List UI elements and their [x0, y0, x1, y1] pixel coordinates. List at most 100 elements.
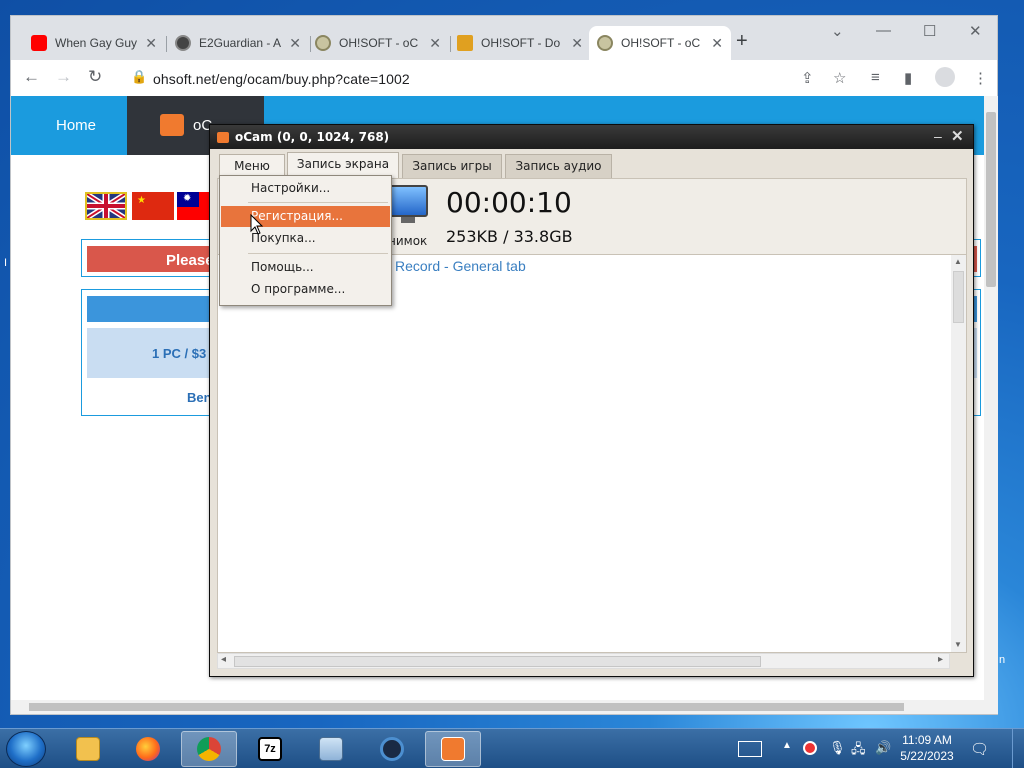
- address-bar[interactable]: 🔒 ohsoft.net/eng/ocam/buy.php?cate=1002: [123, 63, 873, 93]
- 7zip-icon: 7z: [258, 737, 282, 761]
- taskbar-ocam[interactable]: [425, 731, 481, 767]
- ocam-vertical-scrollbar[interactable]: ▲ ▼: [951, 255, 966, 652]
- reading-list-icon[interactable]: ≡: [871, 69, 880, 86]
- desktop-edge-text-right: n: [999, 654, 1006, 666]
- general-tab-link[interactable]: Record - General tab: [395, 258, 526, 274]
- back-icon[interactable]: ←: [23, 67, 40, 87]
- ocam-horizontal-scrollbar[interactable]: ◂ ▸: [217, 653, 950, 669]
- page-vertical-scrollbar[interactable]: [984, 96, 998, 714]
- scroll-right-icon[interactable]: ▸: [938, 654, 943, 665]
- tab-strip: When Gay Guy ✕ E2Guardian - A ✕ OH!SOFT …: [11, 16, 999, 60]
- ocam-content-view: Record - General tab ▲ ▼: [217, 254, 967, 653]
- menu-item-register[interactable]: Регистрация...: [221, 206, 390, 227]
- taskbar-recorder[interactable]: [364, 731, 420, 767]
- ocam-minimize-icon[interactable]: –: [934, 128, 942, 144]
- bookmark-star-icon[interactable]: ☆: [833, 69, 846, 87]
- reload-icon[interactable]: ↻: [88, 67, 102, 87]
- ocam-icon: [441, 737, 465, 761]
- taskbar-firefox[interactable]: [120, 731, 176, 767]
- ohsoft-icon: [315, 35, 331, 51]
- folder-icon: [76, 737, 100, 761]
- menu-item-help[interactable]: Помощь...: [221, 257, 390, 278]
- ohsoft-icon: [597, 35, 613, 51]
- youtube-icon: [31, 35, 47, 51]
- network-icon[interactable]: 🖧: [851, 740, 866, 762]
- ocam-titlebar[interactable]: oCam (0, 0, 1024, 768) – ✕: [210, 125, 973, 149]
- maximize-icon[interactable]: ☐: [923, 22, 936, 40]
- ocam-main-menu: Настройки... Регистрация... Покупка... П…: [219, 175, 392, 306]
- nav-home-link[interactable]: Home: [56, 117, 96, 134]
- taskbar: 7z ▲ 🎙 🖧 🔊 11:09 AM 5/22/2023 🗨: [0, 728, 1024, 768]
- task-manager-icon: [319, 737, 343, 761]
- close-tab-icon[interactable]: ✕: [289, 35, 301, 52]
- desktop-edge-text-left: I: [4, 257, 8, 269]
- tab-e2guardian[interactable]: E2Guardian - A ✕: [167, 26, 309, 60]
- clock-time: 11:09 AM: [902, 733, 952, 747]
- taskbar-explorer[interactable]: [60, 731, 116, 767]
- tab-youtube[interactable]: When Gay Guy ✕: [23, 26, 165, 60]
- close-tab-icon[interactable]: ✕: [571, 35, 583, 52]
- show-desktop-button[interactable]: [1012, 729, 1024, 768]
- taskbar-task-manager[interactable]: [303, 731, 359, 767]
- monitor-icon[interactable]: [388, 185, 428, 217]
- price-text: 1 PC / $3: [152, 346, 207, 361]
- close-tab-icon[interactable]: ✕: [711, 35, 723, 52]
- notice-text: Please: [166, 252, 214, 269]
- benefit-text: Ben: [187, 390, 212, 405]
- tab-title: OH!SOFT - Do: [481, 36, 561, 50]
- tab-search-icon[interactable]: ⌄: [831, 22, 844, 40]
- scroll-left-icon[interactable]: ◂: [221, 654, 226, 665]
- language-bar-icon[interactable]: [738, 741, 762, 757]
- ocam-title: oCam (0, 0, 1024, 768): [235, 130, 390, 144]
- ocam-close-icon[interactable]: ✕: [951, 127, 964, 145]
- scroll-up-icon[interactable]: ▲: [954, 257, 962, 266]
- show-hidden-icons[interactable]: ▲: [782, 740, 792, 751]
- tab-title: When Gay Guy: [55, 36, 138, 50]
- file-size-info: 253KB / 33.8GB: [446, 227, 573, 246]
- recorder-icon: [380, 737, 404, 761]
- tab-game-record[interactable]: Запись игры: [402, 154, 502, 178]
- menu-item-settings[interactable]: Настройки...: [221, 178, 390, 199]
- flag-uk-icon[interactable]: [85, 191, 127, 221]
- clock[interactable]: 11:09 AM 5/22/2023: [900, 732, 954, 764]
- menu-kebab-icon[interactable]: ⋮: [973, 69, 988, 87]
- taskbar-7zip[interactable]: 7z: [242, 731, 298, 767]
- tab-ohsoft-active[interactable]: OH!SOFT - oC ✕: [589, 26, 731, 60]
- mouse-cursor-icon: [250, 214, 264, 235]
- tab-title: OH!SOFT - oC: [621, 36, 701, 50]
- record-tray-icon[interactable]: [803, 741, 817, 755]
- profile-icon[interactable]: [935, 67, 955, 87]
- tab-audio-record[interactable]: Запись аудио: [505, 154, 612, 178]
- ocam-app-icon: [217, 132, 229, 143]
- globe-icon: [175, 35, 191, 51]
- menu-item-about[interactable]: О программе...: [221, 279, 390, 300]
- tab-title: E2Guardian - A: [199, 36, 282, 50]
- tab-title: OH!SOFT - oC: [339, 36, 419, 50]
- close-tab-icon[interactable]: ✕: [429, 35, 441, 52]
- lock-icon[interactable]: 🔒: [131, 69, 147, 85]
- side-panel-icon[interactable]: ▮: [904, 69, 912, 87]
- close-tab-icon[interactable]: ✕: [145, 35, 157, 52]
- snapshot-label: нимок: [388, 234, 428, 248]
- taskbar-chrome[interactable]: [181, 731, 237, 767]
- clock-date: 5/22/2023: [900, 749, 954, 763]
- new-tab-button[interactable]: +: [736, 30, 748, 53]
- chrome-icon: [197, 737, 221, 761]
- menu-item-purchase[interactable]: Покупка...: [221, 228, 390, 249]
- minimize-icon[interactable]: —: [876, 22, 891, 39]
- notification-icon[interactable]: 🗨: [970, 740, 989, 758]
- tab-ohsoft-download[interactable]: OH!SOFT - Do ✕: [449, 26, 591, 60]
- record-timer: 00:00:10: [446, 186, 572, 219]
- volume-icon[interactable]: 🔊: [875, 740, 891, 756]
- browser-toolbar: ← → ↻ 🔒 ohsoft.net/eng/ocam/buy.php?cate…: [11, 60, 997, 96]
- microphone-icon[interactable]: 🎙: [829, 740, 846, 756]
- tab-ohsoft-ocam[interactable]: OH!SOFT - oC ✕: [307, 26, 449, 60]
- flag-china-icon[interactable]: ★: [132, 192, 174, 220]
- ohsoft-download-icon: [457, 35, 473, 51]
- forward-icon[interactable]: →: [55, 67, 72, 87]
- scroll-down-icon[interactable]: ▼: [954, 640, 962, 649]
- share-icon[interactable]: ⇪: [801, 69, 814, 87]
- start-button[interactable]: [6, 731, 46, 767]
- page-horizontal-scrollbar[interactable]: [11, 700, 984, 714]
- close-window-icon[interactable]: ✕: [969, 22, 982, 40]
